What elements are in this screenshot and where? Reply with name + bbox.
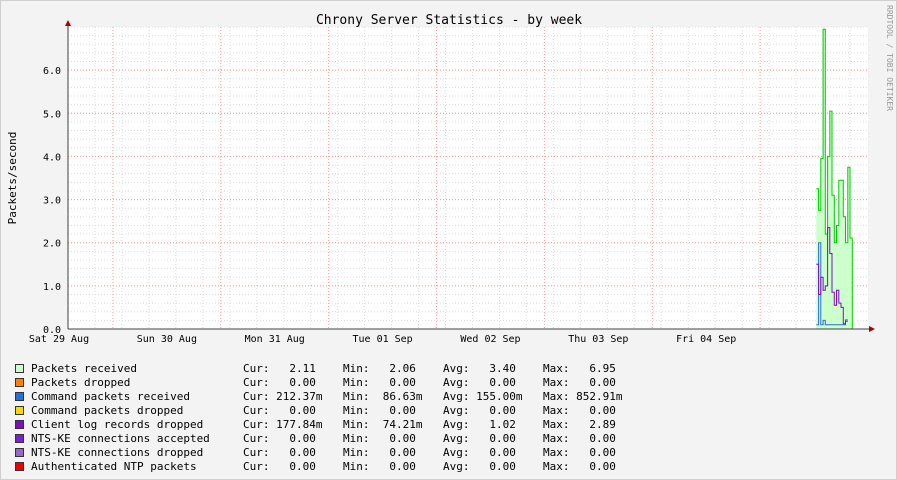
x-tick-label: Sat 29 Aug xyxy=(29,334,89,345)
legend-cur: Cur: 2.11 xyxy=(243,362,316,375)
legend-cur: Cur: 0.00 xyxy=(243,446,316,459)
x-tick-label: Fri 04 Sep xyxy=(676,334,736,345)
legend-name: Packets received xyxy=(31,362,137,375)
chart-canvas: 0.01.02.03.04.05.06.0Sat 29 Aug Sun 30 Au… xyxy=(6,5,894,345)
y-tick-label: 5.0 xyxy=(43,109,61,120)
legend-name: NTS-KE connections accepted xyxy=(31,432,210,445)
legend-name: Command packets received xyxy=(31,390,190,403)
legend-cur: Cur: 0.00 xyxy=(243,376,316,389)
legend-avg: Avg: 0.00 xyxy=(443,460,516,473)
y-axis-arrow xyxy=(65,20,71,26)
legend-swatch xyxy=(15,420,24,429)
legend-min: Min: 0.00 xyxy=(343,376,416,389)
y-tick-label: 4.0 xyxy=(43,152,61,163)
legend-cur: Cur: 0.00 xyxy=(243,432,316,445)
legend-name: Authenticated NTP packets xyxy=(31,460,197,473)
x-tick-label: Sun 30 Aug xyxy=(137,334,197,345)
legend-swatch xyxy=(15,406,24,415)
legend-name: Packets dropped xyxy=(31,376,131,389)
y-tick-label: 3.0 xyxy=(43,196,61,207)
legend-cur: Cur: 0.00 xyxy=(243,404,316,417)
chart-title: Chrony Server Statistics - by week xyxy=(316,13,582,28)
legend-min: Min: 0.00 xyxy=(343,432,416,445)
legend-max: Max: 2.89 xyxy=(543,418,616,431)
legend-swatch xyxy=(15,392,24,401)
legend-name: NTS-KE connections dropped xyxy=(31,446,204,459)
x-tick-label: Mon 31 Aug xyxy=(245,334,305,345)
legend-name: Client log records dropped xyxy=(31,418,204,431)
legend-swatch xyxy=(15,462,24,471)
y-tick-label: 1.0 xyxy=(43,282,61,293)
legend-min: Min: 0.00 xyxy=(343,446,416,459)
y-tick-label: 2.0 xyxy=(43,239,61,250)
legend-max: Max: 852.91m xyxy=(543,390,623,403)
y-tick-label: 6.0 xyxy=(43,66,61,77)
legend-cur: Cur: 0.00 xyxy=(243,460,316,473)
watermark: RRDTOOL / TOBI OETIKER xyxy=(885,5,894,111)
legend-avg: Avg: 0.00 xyxy=(443,446,516,459)
legend-max: Max: 0.00 xyxy=(543,376,616,389)
legend-min: Min: 86.63m xyxy=(343,390,423,403)
legend-avg: Avg: 0.00 xyxy=(443,404,516,417)
chart-frame: 0.0 1.0 2.0 3.0 4.0 5.0 6.0 Sat 29 Aug Sun 30 Au… xyxy=(0,0,897,480)
legend-avg: Avg: 0.00 xyxy=(443,376,516,389)
legend-max: Max: 6.95 xyxy=(543,362,616,375)
legend-swatch xyxy=(15,448,24,457)
legend-name: Command packets dropped xyxy=(31,404,184,417)
legend-avg: Avg: 0.00 xyxy=(443,432,516,445)
legend-avg: Avg: 155.00m xyxy=(443,390,523,403)
x-tick-label: Thu 03 Sep xyxy=(568,334,628,345)
plot-area xyxy=(68,27,868,329)
legend-avg: Avg: 1.02 xyxy=(443,418,516,431)
legend-swatch xyxy=(15,364,24,373)
x-tick-label: Wed 02 Sep xyxy=(460,334,520,345)
legend-swatch xyxy=(15,378,24,387)
legend-min: Min: 0.00 xyxy=(343,460,416,473)
legend-max: Max: 0.00 xyxy=(543,460,616,473)
legend-cur: Cur: 177.84m xyxy=(243,418,323,431)
legend-cur: Cur: 212.37m xyxy=(243,390,323,403)
x-tick-label: Tue 01 Sep xyxy=(352,334,412,345)
legend-max: Max: 0.00 xyxy=(543,432,616,445)
x-axis-arrow xyxy=(869,326,875,332)
legend-min: Min: 0.00 xyxy=(343,404,416,417)
y-axis-label: Packets/second xyxy=(6,132,19,225)
legend-min: Min: 74.21m xyxy=(343,418,423,431)
legend-max: Max: 0.00 xyxy=(543,404,616,417)
legend-min: Min: 2.06 xyxy=(343,362,416,375)
legend-swatch xyxy=(15,434,24,443)
legend-max: Max: 0.00 xyxy=(543,446,616,459)
legend-avg: Avg: 3.40 xyxy=(443,362,516,375)
